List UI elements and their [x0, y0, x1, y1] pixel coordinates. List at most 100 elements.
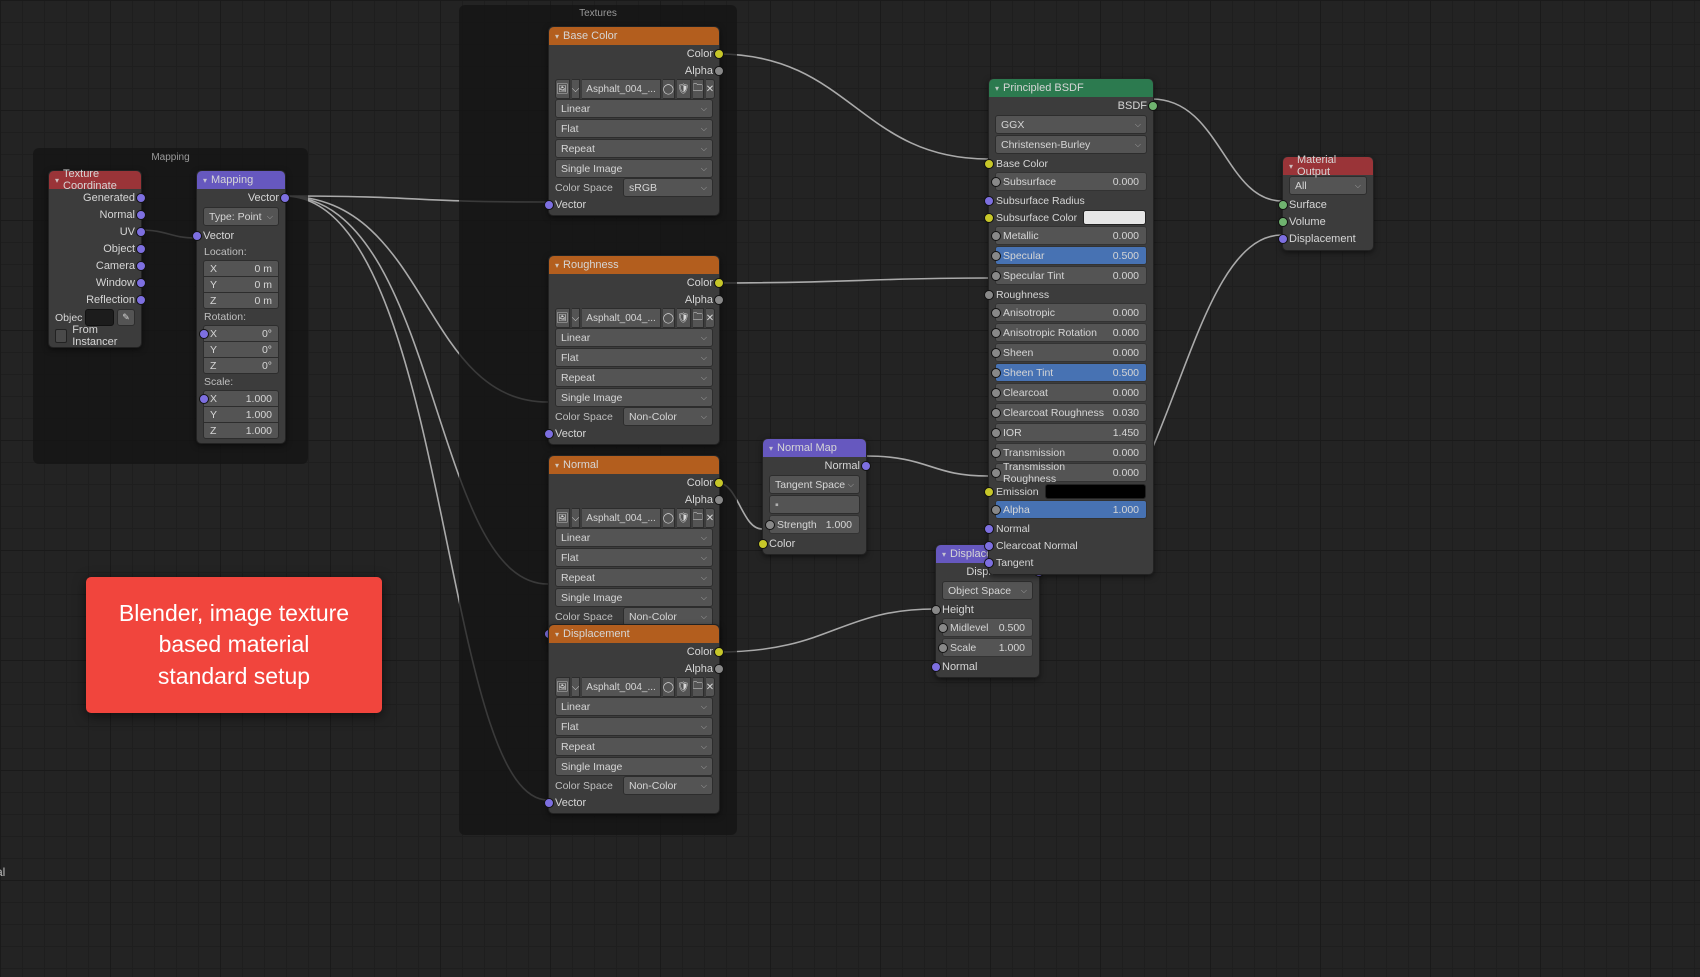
alpha-field[interactable]: Alpha1.000	[995, 500, 1147, 519]
socket-color-in[interactable]: Color	[763, 535, 866, 552]
source-dropdown[interactable]: Single Image⌵	[555, 757, 713, 776]
rot-z[interactable]: Z0°	[203, 357, 279, 374]
checkbox-icon[interactable]	[55, 329, 67, 343]
socket-ccnormal-in[interactable]: Clearcoat Normal	[989, 537, 1153, 554]
users-icon[interactable]: ◯	[663, 508, 675, 528]
image-selector[interactable]: 🖼⌵Asphalt_004_...◯🛡🗀✕	[555, 309, 713, 327]
socket-vector-in[interactable]: Vector	[549, 196, 719, 213]
transmission-field[interactable]: Transmission0.000	[995, 443, 1147, 462]
colorspace-dropdown[interactable]: sRGB⌵	[623, 178, 713, 197]
collapse-icon[interactable]: ▾	[555, 32, 559, 41]
node-principled-bsdf[interactable]: ▾Principled BSDF BSDF GGX⌵ Christensen-B…	[988, 78, 1154, 575]
socket-alpha-out[interactable]: Alpha	[549, 660, 719, 677]
socket-basecolor[interactable]: Base Color	[989, 155, 1153, 172]
sss-color-field[interactable]: Subsurface Color	[989, 209, 1153, 226]
projection-dropdown[interactable]: Flat⌵	[555, 548, 713, 567]
specular-field[interactable]: Specular0.500	[995, 246, 1147, 265]
extension-dropdown[interactable]: Repeat⌵	[555, 139, 713, 158]
space-dropdown[interactable]: Object Space⌵	[942, 581, 1033, 600]
loc-z[interactable]: Z0 m	[203, 292, 279, 309]
node-imgtex-displacement[interactable]: ▾Displacement Color Alpha 🖼⌵Asphalt_004_…	[548, 624, 720, 814]
image-browse-icon[interactable]: ⌵	[572, 308, 581, 328]
socket-normal-in[interactable]: Normal	[989, 520, 1153, 537]
node-imgtex-roughness[interactable]: ▾Roughness Color Alpha 🖼⌵Asphalt_004_...…	[548, 255, 720, 445]
image-browse-icon[interactable]: ⌵	[572, 677, 581, 697]
collapse-icon[interactable]: ▾	[555, 461, 559, 470]
uvmap-field[interactable]: ▪	[769, 495, 860, 514]
node-mapping[interactable]: ▾Mapping Vector Type: Point⌵ Vector Loca…	[196, 170, 286, 444]
extension-dropdown[interactable]: Repeat⌵	[555, 737, 713, 756]
mapping-type-dropdown[interactable]: Type: Point⌵	[203, 207, 279, 226]
sheen-field[interactable]: Sheen0.000	[995, 343, 1147, 362]
collapse-icon[interactable]: ▾	[769, 444, 773, 453]
source-dropdown[interactable]: Single Image⌵	[555, 159, 713, 178]
ccrough-field[interactable]: Clearcoat Roughness0.030	[995, 403, 1147, 422]
socket-color-out[interactable]: Color	[549, 274, 719, 291]
fakeuser-icon[interactable]: 🛡	[677, 79, 691, 99]
open-icon[interactable]: 🗀	[693, 677, 704, 697]
interp-dropdown[interactable]: Linear⌵	[555, 99, 713, 118]
unlink-icon[interactable]: ✕	[706, 79, 715, 99]
node-header[interactable]: ▾Texture Coordinate	[49, 171, 141, 189]
socket-alpha-out[interactable]: Alpha	[549, 62, 719, 79]
fakeuser-icon[interactable]: 🛡	[677, 508, 691, 528]
node-imgtex-normal[interactable]: ▾Normal Color Alpha 🖼⌵Asphalt_004_...◯🛡🗀…	[548, 455, 720, 645]
image-icon[interactable]: 🖼	[555, 677, 570, 697]
collapse-icon[interactable]: ▾	[1289, 162, 1293, 171]
colorspace-dropdown[interactable]: Non-Color⌵	[623, 407, 713, 426]
scale-z[interactable]: Z1.000	[203, 422, 279, 439]
socket-tangent-in[interactable]: Tangent	[989, 554, 1153, 571]
interp-dropdown[interactable]: Linear⌵	[555, 328, 713, 347]
open-icon[interactable]: 🗀	[693, 308, 704, 328]
image-name-field[interactable]: Asphalt_004_...	[582, 308, 661, 328]
image-icon[interactable]: 🖼	[555, 308, 570, 328]
unlink-icon[interactable]: ✕	[706, 308, 715, 328]
socket-displacement-in[interactable]: Displacement	[1283, 230, 1373, 247]
open-icon[interactable]: 🗀	[693, 79, 704, 99]
socket-vector-in[interactable]: Vector	[549, 425, 719, 442]
socket-volume-in[interactable]: Volume	[1283, 213, 1373, 230]
rot-y[interactable]: Y0°	[203, 341, 279, 357]
image-selector[interactable]: 🖼⌵Asphalt_004_...◯🛡🗀✕	[555, 80, 713, 98]
image-browse-icon[interactable]: ⌵	[572, 508, 581, 528]
node-imgtex-basecolor[interactable]: ▾Base Color Color Alpha 🖼⌵Asphalt_004_..…	[548, 26, 720, 216]
from-instancer[interactable]: From Instancer	[49, 327, 141, 344]
interp-dropdown[interactable]: Linear⌵	[555, 528, 713, 547]
node-normal-map[interactable]: ▾Normal Map Normal Tangent Space⌵ ▪ Stre…	[762, 438, 867, 555]
strength-field[interactable]: Strength1.000	[769, 515, 860, 534]
socket-bsdf-out[interactable]: BSDF	[989, 97, 1153, 114]
collapse-icon[interactable]: ▾	[995, 84, 999, 93]
unlink-icon[interactable]: ✕	[706, 508, 715, 528]
source-dropdown[interactable]: Single Image⌵	[555, 388, 713, 407]
node-material-output[interactable]: ▾Material Output All⌵ Surface Volume Dis…	[1282, 156, 1374, 251]
loc-y[interactable]: Y0 m	[203, 276, 279, 292]
aniso-field[interactable]: Anisotropic0.000	[995, 303, 1147, 322]
colorspace-dropdown[interactable]: Non-Color⌵	[623, 776, 713, 795]
node-header[interactable]: ▾Normal Map	[763, 439, 866, 457]
collapse-icon[interactable]: ▾	[55, 176, 59, 185]
rot-x[interactable]: X0°	[203, 325, 279, 341]
open-icon[interactable]: 🗀	[693, 508, 704, 528]
subsurface-field[interactable]: Subsurface0.000	[995, 172, 1147, 191]
socket-height-in[interactable]: Height	[936, 601, 1039, 618]
node-header[interactable]: ▾Principled BSDF	[989, 79, 1153, 97]
loc-x[interactable]: X0 m	[203, 260, 279, 276]
socket-roughness[interactable]: Roughness	[989, 286, 1153, 303]
midlevel-field[interactable]: Midlevel0.500	[942, 618, 1033, 637]
node-header[interactable]: ▾Normal	[549, 456, 719, 474]
collapse-icon[interactable]: ▾	[203, 176, 207, 185]
metallic-field[interactable]: Metallic0.000	[995, 226, 1147, 245]
sheentint-field[interactable]: Sheen Tint0.500	[995, 363, 1147, 382]
node-texture-coordinate[interactable]: ▾Texture Coordinate Generated Normal UV …	[48, 170, 142, 348]
socket-normal-in[interactable]: Normal	[936, 658, 1039, 675]
target-dropdown[interactable]: All⌵	[1289, 176, 1367, 195]
projection-dropdown[interactable]: Flat⌵	[555, 119, 713, 138]
socket-camera[interactable]: Camera	[49, 257, 141, 274]
node-header[interactable]: ▾Roughness	[549, 256, 719, 274]
image-name-field[interactable]: Asphalt_004_...	[582, 79, 661, 99]
projection-dropdown[interactable]: Flat⌵	[555, 717, 713, 736]
anisorot-field[interactable]: Anisotropic Rotation0.000	[995, 323, 1147, 342]
clearcoat-field[interactable]: Clearcoat0.000	[995, 383, 1147, 402]
socket-color-out[interactable]: Color	[549, 474, 719, 491]
projection-dropdown[interactable]: Flat⌵	[555, 348, 713, 367]
